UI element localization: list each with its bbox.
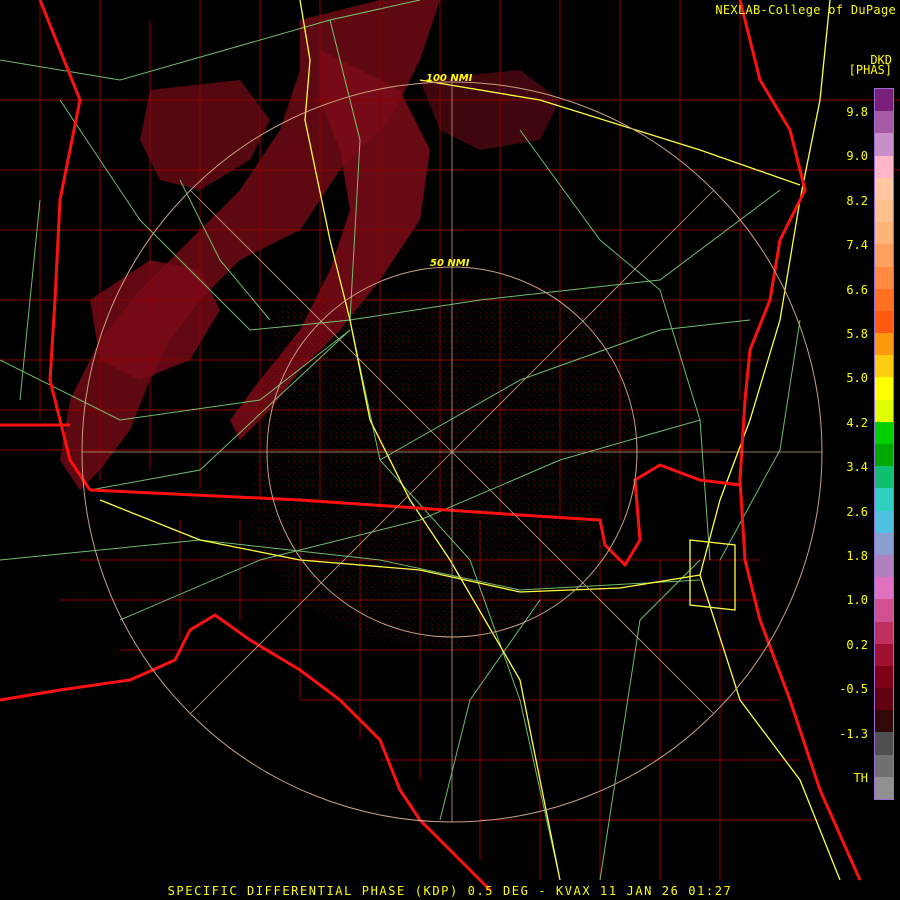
legend-tick-label: -0.5: [839, 682, 868, 697]
legend-color-swatch: [875, 776, 893, 799]
legend-color-swatch: [875, 532, 893, 555]
legend-color-swatch: [875, 444, 893, 467]
credit-label: NEXLAB-College of DuPage: [715, 3, 896, 17]
legend-color-swatch: [875, 754, 893, 777]
legend-tick-label: 2.6: [846, 504, 868, 519]
legend-color-swatch: [875, 288, 893, 311]
legend-color-swatch: [875, 665, 893, 689]
legend-color-swatch: [875, 510, 893, 533]
legend-color-swatch: [875, 310, 893, 334]
legend-tick-label: 5.0: [846, 371, 868, 386]
legend-color-swatch: [875, 377, 893, 400]
legend-color-swatch: [875, 599, 893, 622]
legend-tick-label: 5.8: [846, 327, 868, 341]
range-label-50: 50 NMI: [430, 258, 470, 269]
legend-tick-label: 3.4: [846, 460, 868, 475]
legend-color-swatch: [875, 89, 893, 112]
legend-color-swatch: [875, 266, 893, 289]
legend-tick-label: 6.6: [846, 282, 868, 297]
legend-color-swatch: [875, 111, 893, 134]
legend-color-swatch: [875, 155, 893, 178]
legend-tick-label: 0.2: [846, 637, 868, 652]
legend-color-swatch: [875, 199, 893, 223]
legend-color-swatch: [875, 355, 893, 378]
range-spokes: [82, 82, 822, 822]
legend-color-swatch: [875, 177, 893, 200]
legend-color-swatch: [875, 133, 893, 156]
range-label-100: 100 NMI: [426, 73, 473, 84]
legend-tick-label: 1.0: [846, 593, 868, 608]
legend-color-swatch: [875, 244, 893, 267]
legend-color-swatch: [875, 222, 893, 245]
legend-color-swatch: [875, 421, 893, 444]
legend-color-swatch: [875, 732, 893, 755]
legend-tick-label: TH: [853, 771, 868, 785]
legend-tick-label: -1.3: [839, 726, 868, 741]
legend-color-swatch: [875, 621, 893, 644]
color-scale-bar: [874, 88, 894, 800]
legend-color-swatch: [875, 399, 893, 422]
legend-color-swatch: [875, 710, 893, 733]
legend-color-swatch: [875, 688, 893, 711]
legend-color-swatch: [875, 643, 893, 666]
legend-tick-label: 8.2: [846, 193, 868, 208]
legend-tick-label: 9.0: [846, 149, 868, 164]
radar-map: [0, 0, 900, 900]
legend-color-swatch: [875, 466, 893, 489]
product-caption: SPECIFIC DIFFERENTIAL PHASE (KDP) 0.5 DE…: [167, 884, 733, 898]
legend-color-swatch: [875, 333, 893, 356]
legend-tick-label: 9.8: [846, 105, 868, 119]
legend-tick-label: 4.2: [846, 415, 868, 430]
legend-color-swatch: [875, 488, 893, 511]
legend-color-swatch: [875, 554, 893, 578]
legend-units-bottom: [PHAS]: [848, 63, 892, 77]
legend-color-swatch: [875, 577, 893, 600]
legend-tick-label: 7.4: [846, 238, 868, 253]
legend-tick-label: 1.8: [846, 549, 868, 563]
